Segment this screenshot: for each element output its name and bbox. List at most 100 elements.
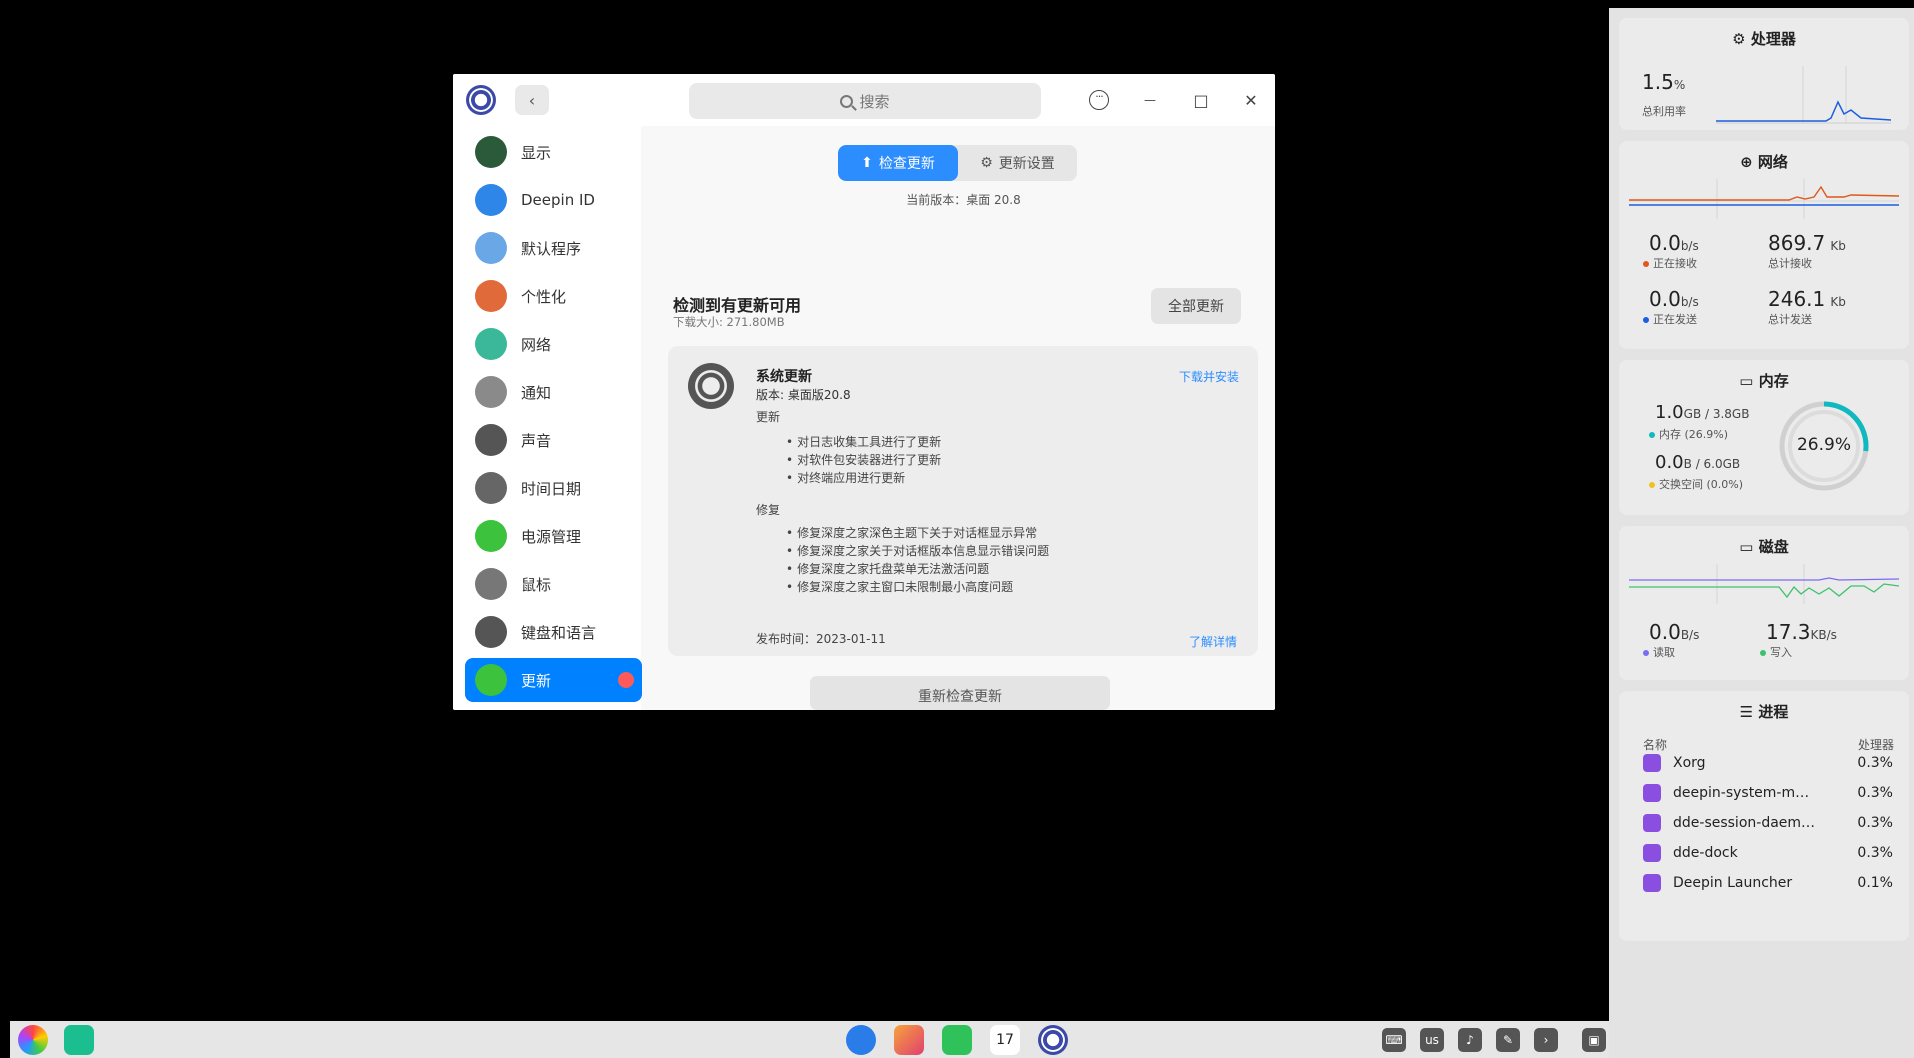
sidebar-item-6[interactable]: 声音 [465,418,642,462]
recheck-update-button[interactable]: 重新检查更新 [810,676,1110,710]
chevron-left-icon: ‹ [528,90,536,110]
bell-icon [475,376,507,408]
sidebar-item-3[interactable]: 个性化 [465,274,642,318]
network-block[interactable]: ⊕ 网络 0.0b/s 正在接收 869.7 Kb 总计接收 0.0b/s 正在… [1619,141,1909,349]
disk-graph [1629,564,1899,604]
process-block[interactable]: ☰ 进程 名称 处理器 Xorg 0.3% deepin-system-m… 0.3%… [1619,691,1909,941]
keyboard-layout-indicator[interactable]: us [1420,1028,1444,1052]
speaker-icon [475,424,507,456]
process-title: ☰ 进程 [1739,703,1789,721]
control-center-icon[interactable] [1038,1025,1068,1055]
sidebar-item-0[interactable]: 显示 [465,130,642,174]
read-dot [1643,650,1649,656]
process-cpu: 0.3% [1857,815,1893,831]
send-total: 246.1 Kb [1768,287,1846,311]
download-size: 下载大小: 271.80MB [673,315,785,329]
volume-icon[interactable]: ♪ [1458,1028,1482,1052]
update-icon [475,664,507,696]
image-viewer-icon[interactable] [894,1025,924,1055]
music-icon[interactable] [942,1025,972,1055]
launcher-icon[interactable] [18,1025,48,1055]
network-recv-line [1629,185,1899,201]
recv-rate: 0.0b/s [1649,231,1699,255]
card-version: 版本: 桌面版20.8 [756,388,851,402]
list-icon: ☰ [1739,703,1754,721]
send-label: 正在发送 [1643,311,1697,327]
close-icon: ✕ [1244,90,1258,110]
disk-icon: ▭ [1739,538,1754,556]
sidebar-item-label: 鼠标 [521,575,552,594]
network-graph [1629,179,1899,219]
process-name: Deepin Launcher [1673,875,1793,891]
disk-title: ▭ 磁盘 [1739,538,1789,556]
browser-icon[interactable] [846,1025,876,1055]
battery-icon [475,520,507,552]
maximize-button[interactable]: □ [1187,86,1215,114]
cpu-block[interactable]: ⚙ 处理器 1.5% 总利用率 [1619,18,1909,130]
sidebar-item-5[interactable]: 通知 [465,370,642,414]
sidebar-item-1[interactable]: Deepin ID [465,178,642,222]
process-row[interactable]: Deepin Launcher 0.1% [1643,865,1893,901]
learn-more-link[interactable]: 了解详情 [1189,633,1237,650]
back-button[interactable]: ‹ [515,85,549,115]
globe-icon: ⊕ [1740,153,1753,171]
system-update-card: 系统更新 版本: 桌面版20.8 下载并安装 更新 对日志收集工具进行了更新对软… [668,346,1258,656]
send-dot [1643,317,1649,323]
multitask-view-icon[interactable] [64,1025,94,1055]
sidebar-item-label: 更新 [521,671,552,690]
mouse-icon [475,568,507,600]
sidebar-item-10[interactable]: 键盘和语言 [465,610,642,654]
disk-write: 17.3KB/s [1766,620,1837,644]
process-name: deepin-system-m… [1673,785,1810,801]
clock-icon [475,472,507,504]
sidebar-item-2[interactable]: 默认程序 [465,226,642,270]
process-cpu: 0.3% [1857,785,1893,801]
screenshot-icon[interactable]: ▣ [1582,1028,1606,1052]
tab-label: 更新设置 [998,156,1055,172]
palette-icon [475,280,507,312]
control-center-logo-icon [466,85,496,115]
sidebar-item-9[interactable]: 鼠标 [465,562,642,606]
disk-read: 0.0B/s [1649,620,1700,644]
sidebar-item-label: 默认程序 [521,239,582,258]
update-panel: ⬆ 检查更新 ⚙ 更新设置 当前版本：桌面 20.8 检测到有更新可用 下载大小: … [652,126,1275,710]
notification-badge [618,672,634,688]
menu-button[interactable]: ··· [1085,86,1113,114]
more-icon: ··· [1089,90,1109,110]
process-icon [1643,874,1661,892]
keyboard-icon[interactable]: ⌨ [1382,1028,1406,1052]
gear-icon: ⚙ [980,155,993,171]
update-all-button[interactable]: 全部更新 [1151,288,1241,324]
swap-label: 交换空间 (0.0%) [1649,476,1743,492]
cpu-icon: ⚙ [1732,30,1746,48]
memory-block[interactable]: ▭ 内存 1.0GB / 3.8GB 内存 (26.9%) 0.0B / 6.0… [1619,360,1909,515]
titlebar: ‹ 搜索 ··· — □ ✕ [453,74,1275,126]
list-item: 对日志收集工具进行了更新 [786,433,941,451]
minimize-button[interactable]: — [1136,86,1164,114]
card-title: 系统更新 [756,369,812,385]
sidebar-item-4[interactable]: 网络 [465,322,642,366]
dock: 17 ⌨ us ♪ ✎ › ▣ [10,1021,1609,1058]
sidebar-item-11[interactable]: 更新 [465,658,642,702]
tab-update-settings[interactable]: ⚙ 更新设置 [958,145,1077,181]
download-install-link[interactable]: 下载并安装 [1179,368,1239,385]
chevron-right-icon[interactable]: › [1534,1028,1558,1052]
send-rate: 0.0b/s [1649,287,1699,311]
close-button[interactable]: ✕ [1237,86,1265,114]
maximize-icon: □ [1193,90,1209,110]
process-cpu: 0.1% [1857,875,1893,891]
sidebar-item-7[interactable]: 时间日期 [465,466,642,510]
cpu-usage: 1.5% [1642,70,1686,94]
pen-icon[interactable]: ✎ [1496,1028,1520,1052]
section-update-label: 更新 [756,410,781,424]
search-input[interactable]: 搜索 [689,83,1041,119]
list-item: 对终端应用进行更新 [786,469,941,487]
calendar-icon[interactable]: 17 [990,1025,1020,1055]
sidebar-item-8[interactable]: 电源管理 [465,514,642,558]
disk-block[interactable]: ▭ 磁盘 0.0B/s 读取 17.3KB/s 写入 [1619,526,1909,680]
system-monitor-panel: ⚙ 处理器 1.5% 总利用率 ⊕ 网络 0.0b/s 正在接收 869.7 K… [1609,8,1914,1058]
updates-found-title: 检测到有更新可用 [673,296,802,315]
tab-check-update[interactable]: ⬆ 检查更新 [838,145,958,181]
disk-write-label: 写入 [1760,644,1792,660]
process-name: Xorg [1673,755,1706,771]
